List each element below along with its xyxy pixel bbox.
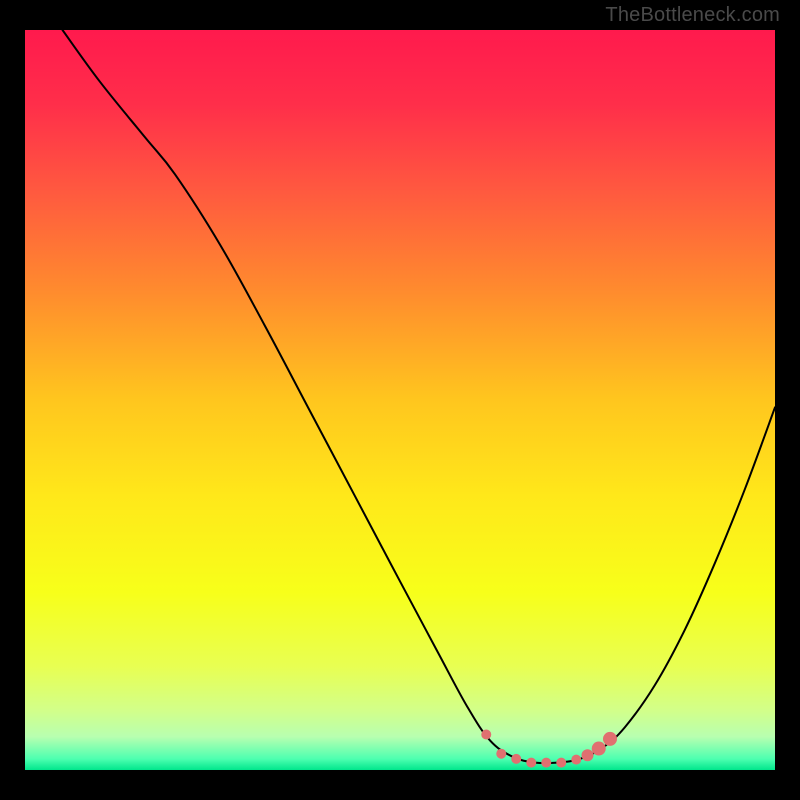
watermark-text: TheBottleneck.com (605, 4, 780, 27)
curve-marker (526, 758, 536, 768)
chart-frame (0, 0, 800, 800)
curve-marker (496, 749, 506, 759)
curve-marker (481, 729, 491, 739)
curve-marker (511, 754, 521, 764)
curve-marker (603, 732, 617, 746)
curve-marker (592, 742, 606, 756)
curve-marker (582, 749, 594, 761)
curve-marker (556, 758, 566, 768)
curve-marker (541, 758, 551, 768)
chart-curve (25, 30, 775, 770)
curve-marker (571, 755, 581, 765)
curve-line (63, 30, 776, 763)
chart-plot-area (25, 30, 775, 770)
